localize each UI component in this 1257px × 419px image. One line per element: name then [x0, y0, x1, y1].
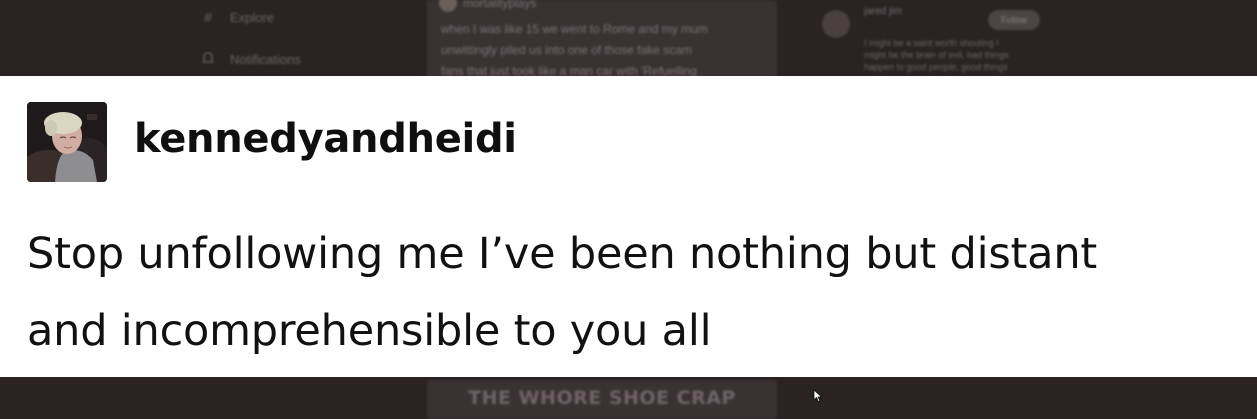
bell-icon [200, 51, 216, 68]
feed-card[interactable]: mortalityplays when I was like 15 we wen… [427, 0, 777, 80]
post-text-line: Stop unfollowing me I’ve been nothing bu… [27, 229, 1098, 279]
feed-card-line: unwittingly piled us into one of those f… [441, 43, 692, 57]
mouse-cursor-icon [813, 389, 823, 403]
feed-card-author-name: mortalityplays [463, 0, 537, 10]
follow-button[interactable]: Follow [988, 10, 1040, 30]
media-card[interactable]: THE WHORE SHOE CRAP [427, 380, 777, 419]
hash-icon: # [204, 9, 212, 25]
avatar[interactable] [27, 102, 107, 182]
avatar-photo [27, 102, 107, 182]
post-username[interactable]: kennedyandheidi [134, 114, 517, 164]
media-caption: THE WHORE SHOE CRAP [468, 387, 736, 409]
feed-card-line: when I was like 15 we went to Rome and m… [441, 22, 708, 36]
avatar [822, 10, 850, 38]
post-text: Stop unfollowing me I’ve been nothing bu… [27, 216, 1242, 370]
suggested-account-bio: happen to good people, good things [864, 62, 1008, 72]
nav-notifications[interactable]: Notifications [200, 51, 301, 68]
suggested-account: jared jim I might be a saint worth shout… [820, 0, 1060, 80]
post-card: kennedyandheidi Stop unfollowing me I’ve… [0, 76, 1257, 377]
feed-card-author: mortalityplays [439, 0, 536, 12]
avatar [439, 0, 457, 12]
nav-explore-label: Explore [230, 9, 275, 25]
post-text-line: and incomprehensible to you all [27, 306, 712, 356]
suggested-account-bio: might be the brain of evil, bad things [864, 50, 1009, 60]
nav-explore[interactable]: # Explore [200, 9, 274, 25]
nav-notifications-label: Notifications [230, 52, 301, 67]
suggested-account-bio: I might be a saint worth shouting I [864, 38, 999, 48]
suggested-account-name: jared jim [864, 6, 902, 17]
